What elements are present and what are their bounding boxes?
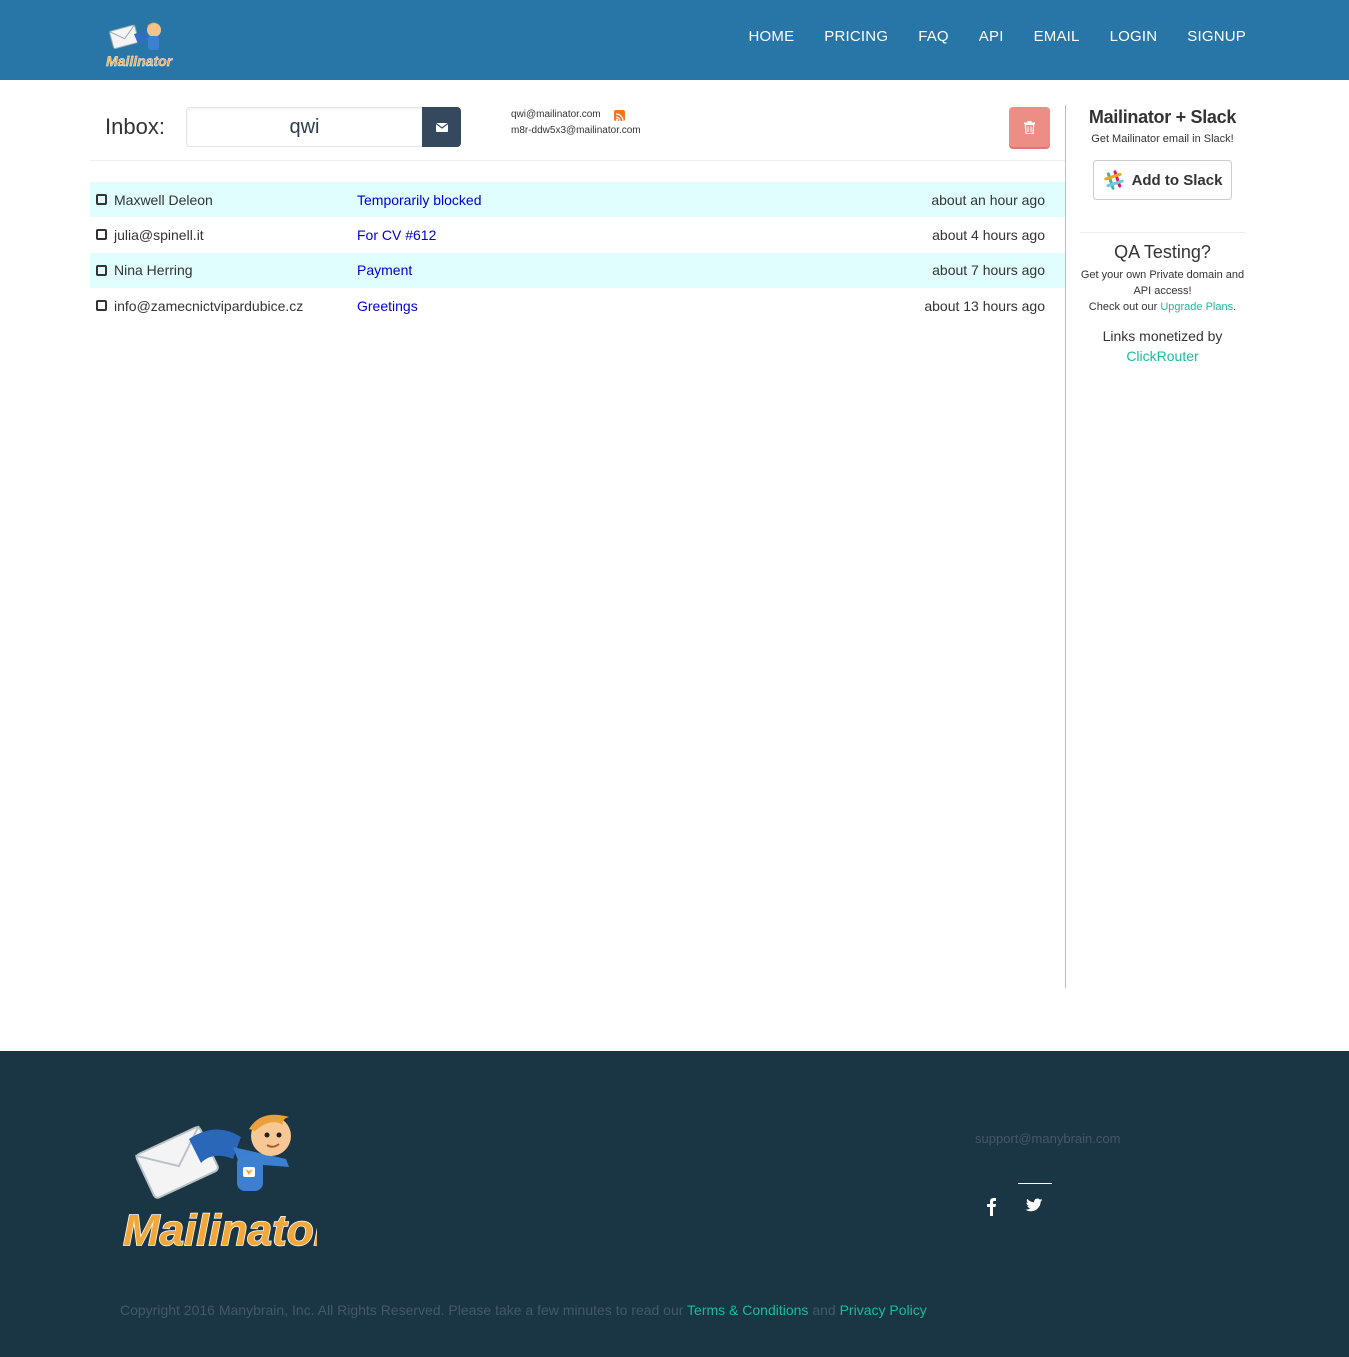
qa-line1: Get your own Private domain and API acce… — [1080, 269, 1245, 297]
footer: Mailinator support@manybrain.com Copyrig… — [0, 1051, 1349, 1357]
message-subject[interactable]: Payment — [357, 262, 412, 278]
nav-email[interactable]: EMAIL — [1034, 27, 1080, 47]
message-from: info@zamecnictvipardubice.cz — [114, 297, 304, 314]
go-inbox-button[interactable] — [422, 107, 461, 147]
top-navbar: Mailinator HOME PRICING FAQ API EMAIL LO… — [0, 0, 1349, 80]
upgrade-plans-link[interactable]: Upgrade Plans — [1160, 301, 1233, 313]
envelope-icon — [435, 122, 448, 132]
divider — [90, 160, 1065, 161]
clickrouter-link[interactable]: ClickRouter — [1126, 348, 1198, 364]
copyright-prefix: Copyright 2016 Manybrain, Inc. All Right… — [120, 1302, 688, 1318]
nav-home[interactable]: HOME — [748, 27, 794, 47]
message-time: about an hour ago — [931, 191, 1045, 208]
message-from: Maxwell Deleon — [114, 191, 213, 208]
message-checkbox[interactable] — [96, 264, 107, 276]
nav-signup[interactable]: SIGNUP — [1187, 27, 1246, 47]
svg-text:Mailinator: Mailinator — [106, 53, 174, 69]
sidebar: Mailinator + Slack Get Mailinator email … — [1080, 105, 1245, 366]
inbox-label: Inbox: — [105, 114, 165, 139]
message-list: Maxwell Deleon Temporarily blocked about… — [90, 182, 1065, 323]
rss-icon[interactable] — [614, 110, 625, 122]
facebook-icon[interactable] — [985, 1196, 999, 1216]
qa-title: QA Testing? — [1114, 242, 1211, 262]
message-subject[interactable]: Greetings — [357, 298, 418, 314]
slack-subtitle: Get Mailinator email in Slack! — [1091, 133, 1234, 145]
svg-text:Mailinator: Mailinator — [123, 1206, 317, 1253]
monetized-text: Links monetized by ClickRouter — [1080, 326, 1245, 366]
message-row[interactable]: Nina Herring Payment about 7 hours ago — [90, 252, 1065, 288]
sidebar-divider — [1065, 105, 1066, 988]
trash-icon — [1024, 120, 1035, 134]
message-row[interactable]: Maxwell Deleon Temporarily blocked about… — [90, 182, 1065, 218]
twitter-icon[interactable] — [1025, 1198, 1043, 1213]
add-to-slack-button[interactable]: Add to Slack — [1093, 160, 1232, 200]
inbox-alias-address: m8r-ddw5x3@mailinator.com — [511, 125, 641, 136]
message-row[interactable]: julia@spinell.it For CV #612 about 4 hou… — [90, 217, 1065, 252]
message-time: about 4 hours ago — [932, 226, 1045, 243]
nav-login[interactable]: LOGIN — [1110, 27, 1158, 47]
qa-line2-suffix: . — [1233, 301, 1237, 313]
nav-api[interactable]: API — [979, 27, 1004, 47]
message-from: julia@spinell.it — [114, 226, 204, 243]
monetized-prefix: Links monetized by — [1102, 328, 1223, 344]
sidebar-divider-line — [1080, 232, 1245, 233]
message-time: about 7 hours ago — [932, 262, 1045, 279]
mailinator-footer-logo[interactable]: Mailinator — [121, 1111, 317, 1253]
message-from: Nina Herring — [114, 262, 193, 279]
add-to-slack-label: Add to Slack — [1131, 171, 1223, 189]
message-checkbox[interactable] — [96, 194, 107, 205]
message-row[interactable]: info@zamecnictvipardubice.cz Greetings a… — [90, 288, 1065, 323]
qa-text: Get your own Private domain and API acce… — [1080, 267, 1245, 315]
delete-button[interactable] — [1009, 107, 1050, 147]
terms-link[interactable]: Terms & Conditions — [687, 1302, 808, 1318]
social-divider — [1018, 1183, 1052, 1184]
slack-title: Mailinator + Slack — [1088, 107, 1237, 127]
message-checkbox[interactable] — [96, 299, 107, 311]
copyright-and: and — [808, 1302, 840, 1318]
nav-faq[interactable]: FAQ — [918, 27, 949, 47]
privacy-link[interactable]: Privacy Policy — [840, 1302, 927, 1318]
support-email-link[interactable]: support@manybrain.com — [975, 1131, 1120, 1146]
message-subject[interactable]: For CV #612 — [357, 227, 436, 243]
qa-line2-prefix: Check out our — [1088, 301, 1161, 313]
inbox-input[interactable] — [186, 107, 423, 147]
message-checkbox[interactable] — [96, 229, 107, 241]
mailinator-logo[interactable]: Mailinator — [104, 18, 176, 70]
message-time: about 13 hours ago — [924, 297, 1045, 314]
copyright-text: Copyright 2016 Manybrain, Inc. All Right… — [120, 1302, 927, 1318]
message-subject[interactable]: Temporarily blocked — [357, 192, 482, 208]
slack-icon — [1103, 170, 1124, 190]
main-nav: HOME PRICING FAQ API EMAIL LOGIN SIGNUP — [718, 27, 1246, 47]
nav-pricing[interactable]: PRICING — [824, 27, 888, 47]
inbox-address: qwi@mailinator.com — [511, 109, 601, 120]
